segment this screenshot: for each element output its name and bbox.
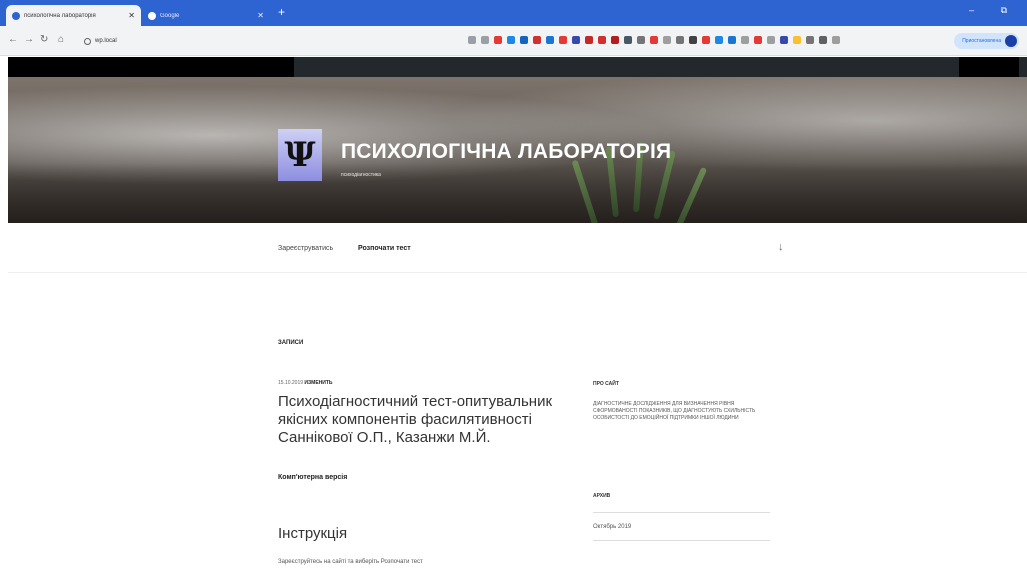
- menu-item-register[interactable]: Зареєструватись: [278, 245, 333, 252]
- extension-icon[interactable]: [676, 36, 684, 44]
- extension-icon[interactable]: [702, 36, 710, 44]
- menu-item-start-test[interactable]: Розпочати тест: [358, 245, 411, 252]
- post-meta: 15.10.2019 ИЗМЕНИТЬ: [278, 380, 333, 386]
- tab-title: психологічна лабораторія: [24, 12, 96, 19]
- site-logo[interactable]: Ψ: [278, 129, 322, 181]
- extension-icon[interactable]: [624, 36, 632, 44]
- new-tab-button[interactable]: +: [278, 5, 285, 19]
- extension-icon[interactable]: [611, 36, 619, 44]
- extension-icon[interactable]: [754, 36, 762, 44]
- tab-google[interactable]: Google ✕: [142, 5, 270, 26]
- extension-icon[interactable]: [663, 36, 671, 44]
- profile-label: Приостановлена: [962, 38, 1001, 44]
- extension-icon[interactable]: [546, 36, 554, 44]
- back-icon[interactable]: ←: [8, 34, 18, 45]
- extension-icon[interactable]: [767, 36, 775, 44]
- forward-icon[interactable]: →: [24, 34, 34, 45]
- extension-icon[interactable]: [585, 36, 593, 44]
- extension-icon[interactable]: [494, 36, 502, 44]
- archive-link[interactable]: Октябрь 2019: [593, 524, 631, 530]
- extension-icon[interactable]: [481, 36, 489, 44]
- extension-icon[interactable]: [507, 36, 515, 44]
- site-info-icon[interactable]: [84, 37, 91, 45]
- browser-tab-bar: психологічна лабораторія ✕ Google ✕ + – …: [0, 0, 1027, 26]
- extension-icon[interactable]: [520, 36, 528, 44]
- reload-icon[interactable]: ↻: [40, 34, 48, 45]
- admin-bar-right[interactable]: [959, 57, 1019, 77]
- extension-icon[interactable]: [728, 36, 736, 44]
- site-favicon-icon: [12, 11, 20, 20]
- home-icon[interactable]: ⌂: [58, 34, 64, 45]
- extension-icon[interactable]: [637, 36, 645, 44]
- close-tab-icon[interactable]: ✕: [128, 11, 135, 20]
- browser-toolbar: ← → ↻ ⌂ wp.local Приостановлена: [0, 26, 1027, 56]
- extension-icon[interactable]: [598, 36, 606, 44]
- google-favicon-icon: [148, 11, 156, 20]
- extension-icon[interactable]: [780, 36, 788, 44]
- page-title: ЗАПИСИ: [278, 340, 304, 346]
- tab-title: Google: [160, 12, 180, 19]
- extension-icon[interactable]: [819, 36, 827, 44]
- post-title[interactable]: Психодіагностичний тест-опитувальник які…: [278, 393, 568, 447]
- widget-about-title: ПРО САЙТ: [593, 381, 619, 387]
- widget-archive-title: АРХИВ: [593, 493, 611, 499]
- extension-icon[interactable]: [559, 36, 567, 44]
- admin-bar-left[interactable]: [8, 57, 294, 77]
- extension-icon[interactable]: [741, 36, 749, 44]
- address-bar[interactable]: wp.local: [84, 33, 464, 49]
- extension-icon[interactable]: [468, 36, 476, 44]
- avatar: [1005, 35, 1017, 47]
- extension-icon[interactable]: [689, 36, 697, 44]
- extension-icon[interactable]: [715, 36, 723, 44]
- header-image: Ψ ПСИХОЛОГІЧНА ЛАБОРАТОРІЯ психодіагност…: [8, 77, 1027, 223]
- psi-logo-icon: Ψ: [284, 135, 316, 175]
- address-text: wp.local: [95, 38, 117, 44]
- extension-icon[interactable]: [533, 36, 541, 44]
- widget-about-text: ДІАГНОСТИЧНЕ ДОСЛІДЖЕННЯ ДЛЯ ВИЗНАЧЕННЯ …: [593, 401, 756, 421]
- divider: [593, 540, 770, 541]
- primary-menu: Зареєструватись Розпочати тест ↓: [8, 223, 1027, 273]
- extension-icon[interactable]: [793, 36, 801, 44]
- edit-link[interactable]: ИЗМЕНИТЬ: [304, 380, 332, 386]
- scroll-down-icon[interactable]: ↓: [778, 241, 784, 253]
- extension-icon[interactable]: [650, 36, 658, 44]
- extensions-area: [468, 36, 840, 44]
- site-description: психодіагностика: [341, 172, 381, 178]
- header-shade: [8, 163, 1027, 223]
- instruction-heading: Інструкція: [278, 525, 348, 542]
- divider: [593, 512, 770, 513]
- close-tab-icon[interactable]: ✕: [257, 11, 264, 20]
- admin-bar: [8, 57, 1027, 77]
- extension-icon[interactable]: [832, 36, 840, 44]
- window-controls[interactable]: – ⧉: [969, 5, 1019, 16]
- tab-psychology-lab[interactable]: психологічна лабораторія ✕: [6, 5, 141, 26]
- instruction-text: Зареєструйтесь на сайті та виберіть Розп…: [278, 559, 423, 565]
- site-title[interactable]: ПСИХОЛОГІЧНА ЛАБОРАТОРІЯ: [341, 140, 671, 164]
- post-date[interactable]: 15.10.2019: [278, 380, 303, 386]
- extension-icon[interactable]: [806, 36, 814, 44]
- profile-button[interactable]: Приостановлена: [954, 33, 1019, 49]
- extension-icon[interactable]: [572, 36, 580, 44]
- post-subtitle: Комп'ютерна версія: [278, 474, 348, 481]
